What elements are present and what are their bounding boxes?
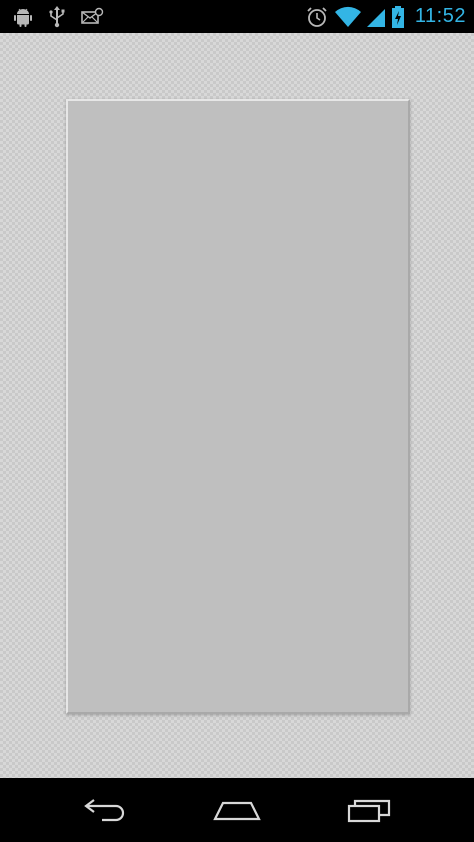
mail-alert-icon [80, 6, 104, 28]
recent-apps-button[interactable] [334, 790, 404, 830]
usb-icon [48, 5, 66, 28]
system-icons: 11:52 [305, 0, 466, 33]
navigation-bar [0, 778, 474, 842]
preview-card[interactable] [66, 99, 410, 714]
notification-icons [12, 0, 104, 33]
android-icon [12, 6, 34, 28]
battery-charging-icon [391, 5, 405, 29]
back-icon [82, 797, 128, 823]
alarm-icon [305, 5, 329, 29]
home-icon [212, 797, 262, 823]
wallpaper-background [0, 33, 474, 778]
wifi-icon [334, 6, 361, 28]
back-button[interactable] [70, 790, 140, 830]
signal-icon [366, 6, 385, 28]
clock: 11:52 [414, 5, 466, 27]
recent-apps-icon [345, 797, 393, 823]
status-bar: 11:52 [0, 0, 474, 33]
home-button[interactable] [202, 790, 272, 830]
